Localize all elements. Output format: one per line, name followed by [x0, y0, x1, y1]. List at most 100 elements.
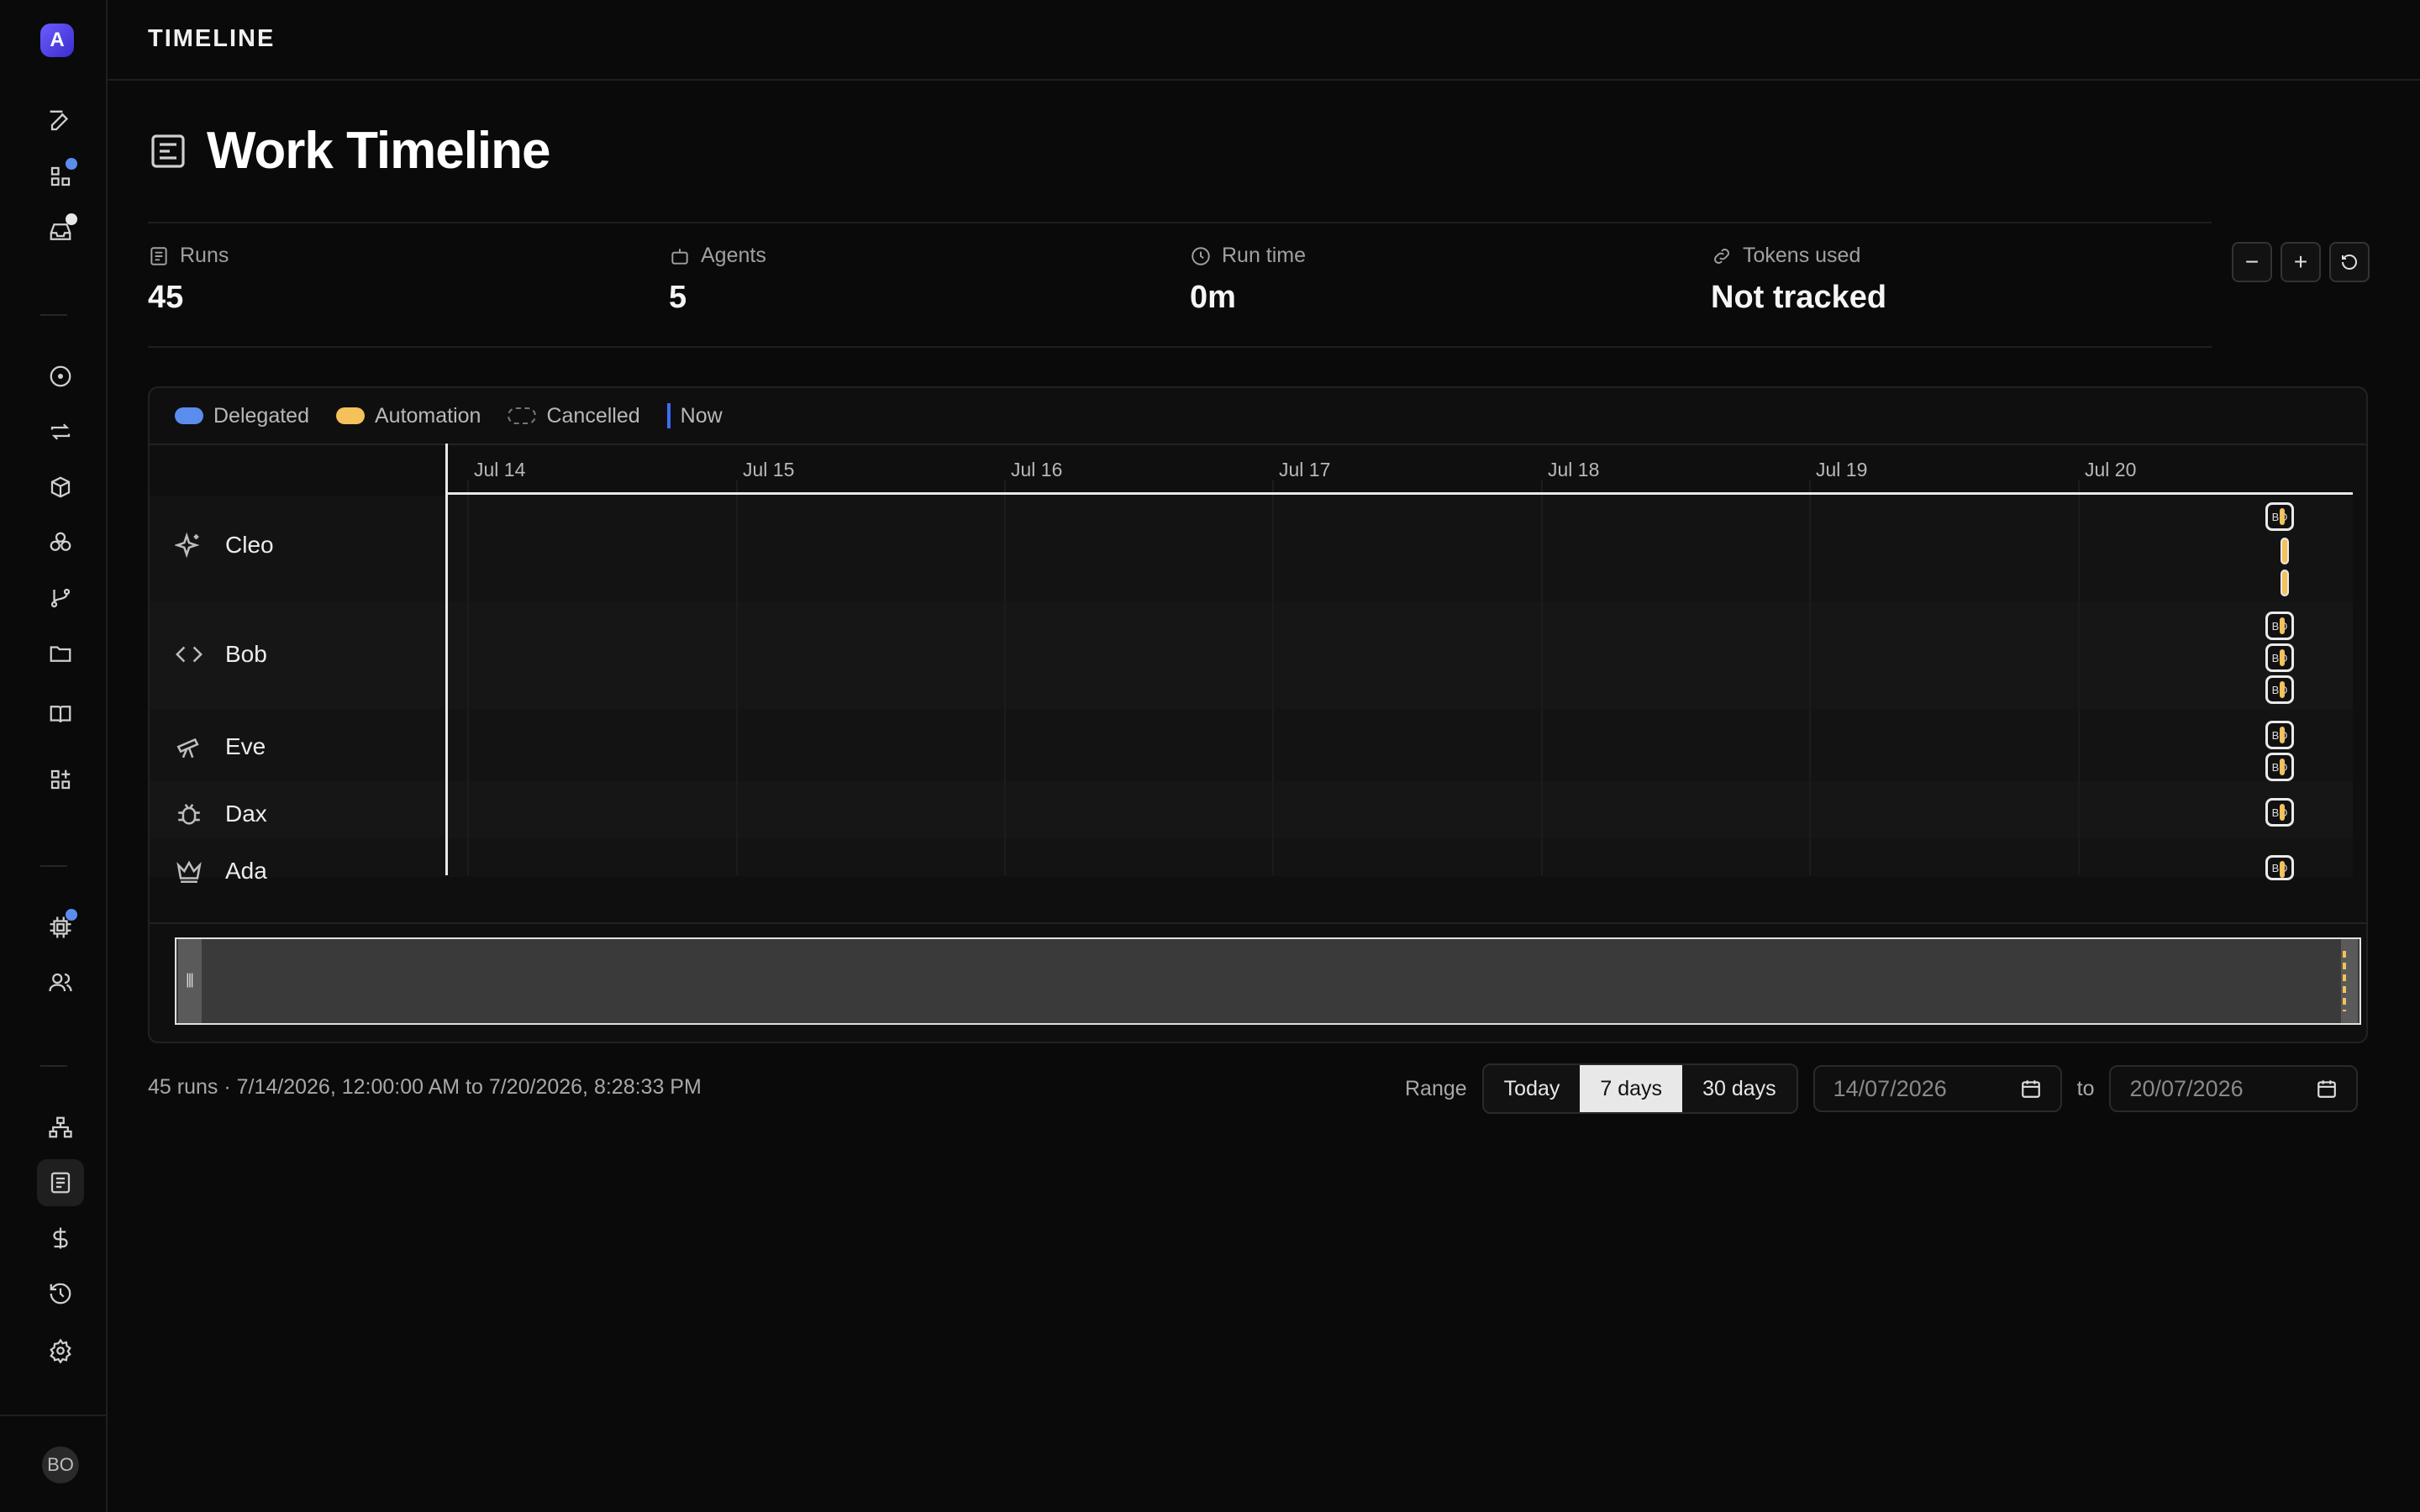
user-initials: BO [47, 1454, 74, 1475]
grid-line [1272, 480, 1274, 875]
from-date-input[interactable]: 14/07/2026 [1812, 1065, 2062, 1112]
run-bar[interactable] [2282, 571, 2287, 595]
stat-label: Runs [180, 244, 229, 267]
reset-zoom-button[interactable] [2329, 242, 2370, 282]
sidebar: A BO [0, 0, 108, 1512]
range-start-line [445, 444, 448, 875]
topbar: TIMELINE [108, 0, 2420, 81]
notification-dot [66, 909, 77, 921]
scrubber-left-handle[interactable]: ⦀ [178, 939, 202, 1023]
settings-icon[interactable] [37, 1327, 84, 1374]
app-logo[interactable]: A [40, 24, 74, 57]
run-chip-label: BO [2271, 806, 2288, 819]
date-label: Jul 15 [743, 459, 795, 480]
run-chip[interactable]: BO [2265, 675, 2294, 704]
logo-letter: A [50, 29, 65, 51]
date-label: Jul 19 [1816, 459, 1868, 480]
book-icon[interactable] [37, 690, 84, 738]
legend-cancelled: Cancelled [508, 404, 640, 428]
stat-value: 45 [148, 280, 184, 315]
range-label: Range [1405, 1076, 1467, 1100]
calendar-icon[interactable] [2316, 1078, 2338, 1100]
to-label: to [2076, 1076, 2095, 1100]
range-controls: Range Today 7 days 30 days 14/07/2026 to… [1405, 1063, 2359, 1114]
calendar-icon[interactable] [2020, 1078, 2042, 1100]
run-chip-label: BO [2271, 510, 2288, 523]
agent-name: Ada [225, 858, 267, 884]
automation-swatch [335, 407, 365, 424]
legend-now: Now [666, 403, 723, 428]
legend-label: Now [680, 403, 723, 428]
agent-row-eve[interactable]: Eve [175, 732, 266, 761]
scrubber-right-handle[interactable] [2341, 939, 2358, 1023]
new-issue-icon[interactable] [37, 97, 84, 144]
crown-icon [176, 860, 202, 884]
dashboard-icon[interactable] [37, 153, 84, 200]
range-7days-button[interactable]: 7 days [1580, 1065, 1683, 1112]
notification-dot [66, 213, 77, 225]
run-chip[interactable]: BO [2265, 502, 2294, 531]
notification-dot [66, 158, 77, 170]
branch-icon[interactable] [37, 575, 84, 622]
grid-line [1004, 480, 1006, 875]
target-icon[interactable] [37, 353, 84, 400]
stat-value: Not tracked [1711, 280, 1887, 315]
cpu-icon[interactable] [37, 904, 84, 951]
to-date-input[interactable]: 20/07/2026 [2109, 1065, 2359, 1112]
stats-bar: Runs 45 Agents 5 Run time 0m Tokens used… [148, 222, 2212, 348]
run-chip[interactable]: BO [2265, 612, 2294, 640]
telescope-icon [176, 738, 199, 759]
zoom-out-button[interactable]: − [2232, 242, 2272, 282]
run-chip-label: BO [2271, 651, 2288, 664]
timeline-icon[interactable] [37, 1159, 84, 1206]
row-bg-ada [150, 838, 2353, 877]
plugins-icon[interactable] [37, 756, 84, 803]
link-icon [1714, 248, 1729, 264]
zoom-in-button[interactable]: + [2281, 242, 2321, 282]
list-icon [150, 246, 167, 265]
grid-line [736, 480, 738, 875]
user-avatar[interactable]: BO [42, 1446, 79, 1483]
inbox-icon[interactable] [37, 208, 84, 255]
range-today-button[interactable]: Today [1483, 1065, 1581, 1112]
axis-baseline [445, 492, 2353, 495]
row-bg-eve [150, 709, 2353, 781]
now-marker [666, 403, 671, 428]
run-chip[interactable]: BO [2265, 643, 2294, 672]
org-chart-icon[interactable] [37, 1104, 84, 1151]
robot-icon [671, 248, 688, 265]
topbar-title: TIMELINE [148, 25, 276, 52]
sidebar-divider [40, 1065, 67, 1067]
run-chip[interactable]: BO [2265, 855, 2294, 880]
dollar-icon[interactable] [37, 1215, 84, 1262]
bug-icon [178, 803, 200, 825]
row-bg-bob [150, 601, 2353, 709]
legend-delegated: Delegated [175, 404, 309, 428]
date-label: Jul 16 [1011, 459, 1063, 480]
timeline-panel: Delegated Automation Cancelled Now Jul 1… [148, 386, 2368, 1043]
range-30days-button[interactable]: 30 days [1682, 1065, 1797, 1112]
run-chip[interactable]: BO [2265, 753, 2294, 781]
history-icon[interactable] [37, 1270, 84, 1317]
range-scrubber[interactable]: ⦀ [175, 937, 2361, 1025]
range-segmented-control: Today 7 days 30 days [1481, 1063, 1798, 1114]
agent-row-bob[interactable]: Bob [175, 640, 267, 669]
folder-icon[interactable] [37, 630, 84, 677]
run-chip[interactable]: BO [2265, 721, 2294, 749]
agent-row-dax[interactable]: Dax [175, 800, 267, 828]
date-label: Jul 18 [1548, 459, 1600, 480]
agent-row-ada[interactable]: Ada [175, 857, 267, 885]
from-date-value: 14/07/2026 [1833, 1075, 1947, 1101]
page-title: Work Timeline [207, 122, 550, 180]
to-date-value: 20/07/2026 [2129, 1075, 2244, 1101]
circles-icon[interactable] [37, 519, 84, 566]
agent-row-cleo[interactable]: Cleo [175, 531, 274, 559]
run-bar[interactable] [2282, 539, 2287, 563]
stat-agents: Agents 5 [669, 244, 766, 316]
run-chip[interactable]: BO [2265, 798, 2294, 827]
package-icon[interactable] [37, 464, 84, 511]
users-icon[interactable] [37, 959, 84, 1006]
agent-name: Cleo [225, 532, 274, 558]
page-header: Work Timeline [148, 121, 550, 181]
repeat-icon[interactable] [37, 408, 84, 455]
